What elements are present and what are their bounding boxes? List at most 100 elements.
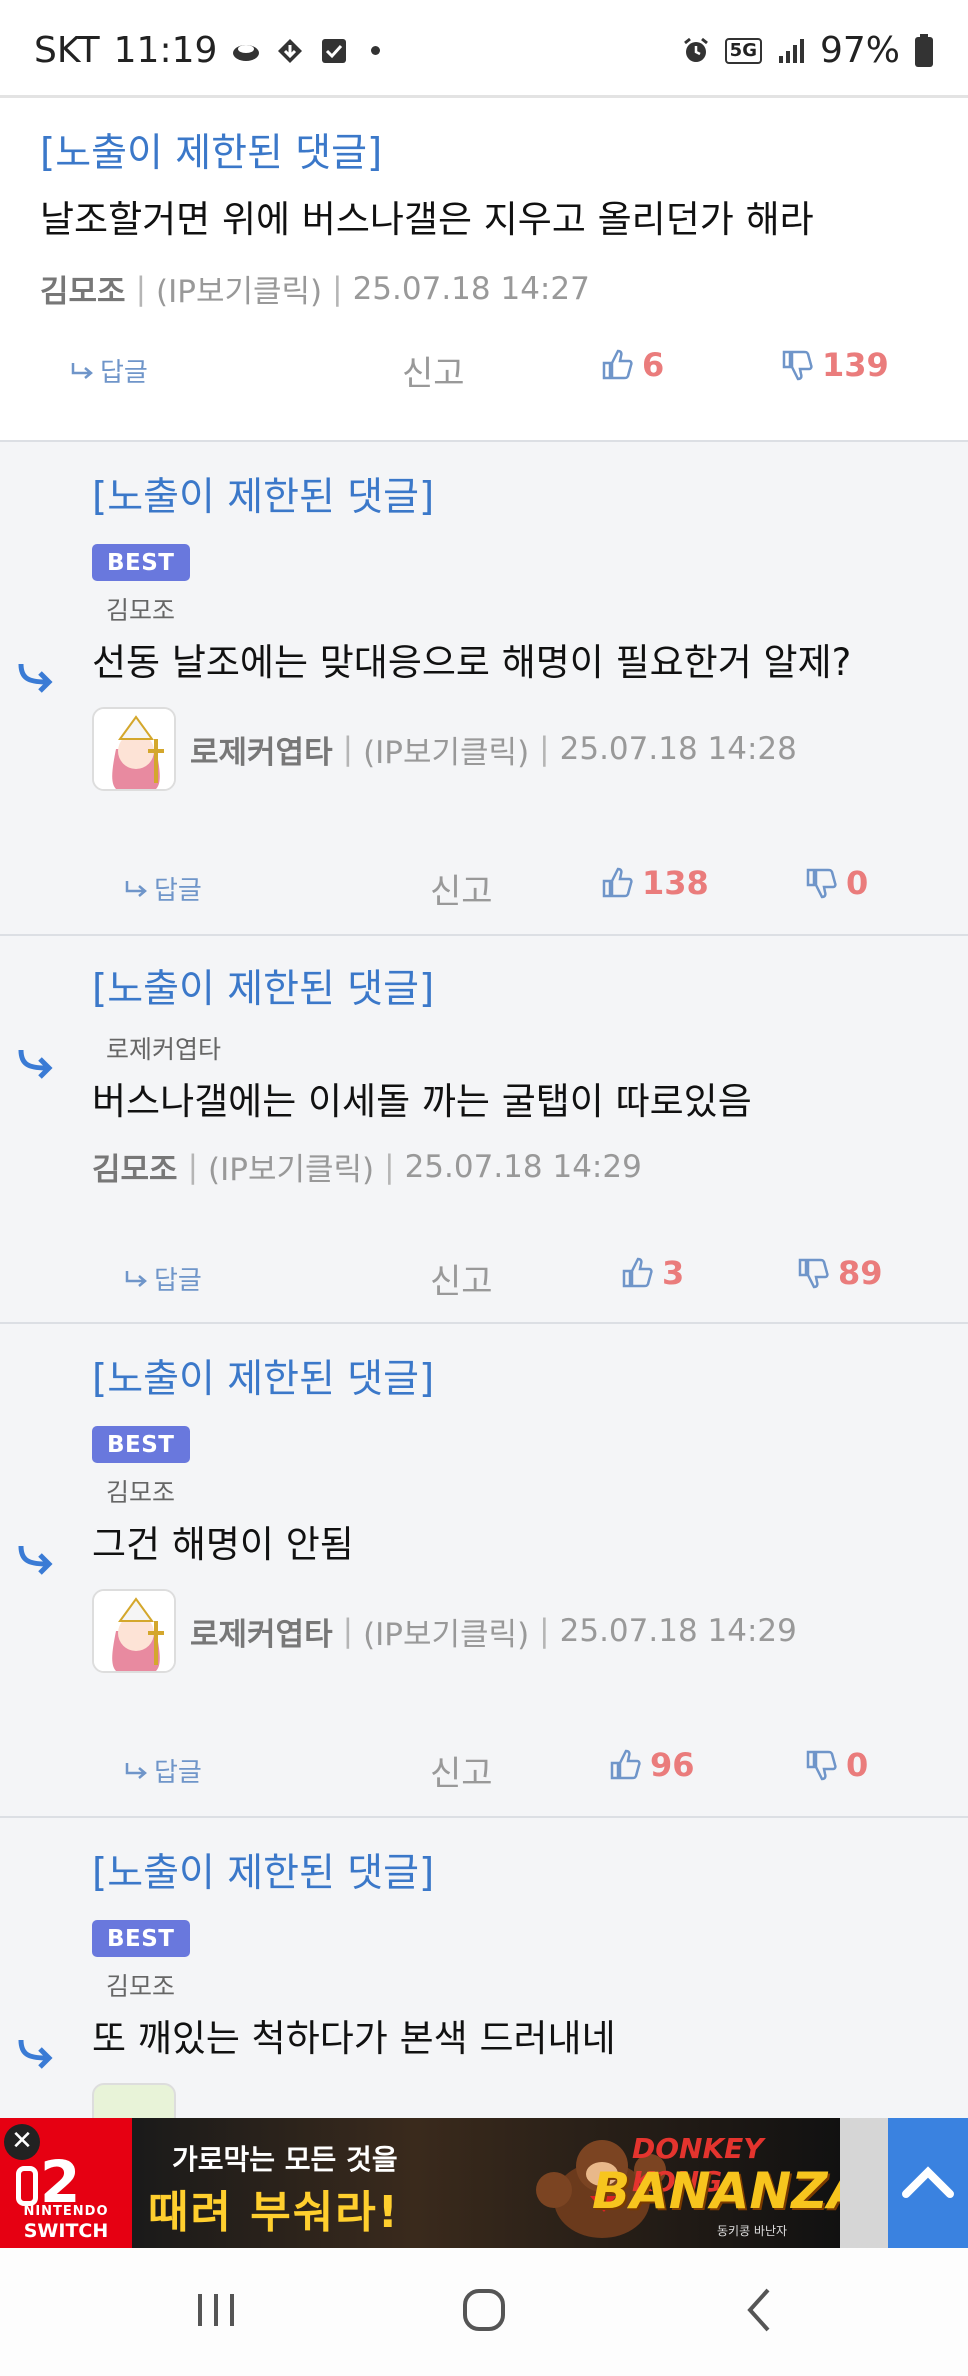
restricted-label[interactable]: [노출이 제한된 댓글] (92, 1356, 928, 1404)
ad-banner[interactable]: 2 NINTENDO SWITCH ✕ 가로막는 모든 것을 때려 부숴라! D… (0, 2118, 968, 2248)
check-icon (322, 38, 347, 63)
ad-tagline: 가로막는 모든 것을 (172, 2143, 398, 2176)
upvote-button[interactable]: 138 (600, 864, 709, 902)
thumbs-down-icon (806, 1750, 837, 1781)
mention-name[interactable]: 김모조 (106, 1473, 928, 1509)
restricted-label[interactable]: [노출이 제한된 댓글] (92, 966, 928, 1014)
restricted-label[interactable]: [노출이 제한된 댓글] (92, 474, 928, 522)
ad-logo-sub: 동키콩 바난자 (717, 2224, 788, 2238)
battery-icon (915, 33, 933, 67)
status-bar: SKT 11:19 5G 97% (0, 0, 968, 98)
upvote-count: 96 (650, 1746, 695, 1784)
comment-text: 날조할거면 위에 버스나갤은 지우고 올리던가 해라 (40, 198, 814, 241)
character-avatar-icon (94, 1591, 174, 1671)
reply-arrow-icon (125, 880, 147, 897)
recent-apps-icon[interactable] (192, 2286, 240, 2334)
ip-link[interactable]: (IP보기클릭) (156, 266, 322, 311)
author-name[interactable]: 김모조 (92, 1144, 178, 1189)
downvote-button[interactable]: 139 (780, 346, 889, 384)
comment-actions: 답글 신고 138 0 (0, 864, 968, 912)
avatar[interactable] (92, 1589, 176, 1673)
comment-actions: 답글 신고 3 89 (0, 1254, 968, 1302)
reply-button[interactable]: 답글 (70, 352, 148, 389)
report-button[interactable]: 신고 (430, 1254, 493, 1303)
comment-list: [노출이 제한된 댓글] 날조할거면 위에 버스나갤은 지우고 올리던가 해라 … (0, 100, 968, 2167)
comment-text: 그건 해명이 안됨 (92, 1523, 354, 1566)
comment-item: [노출이 제한된 댓글] 로제커엽타 버스나갤에는 이세돌 까는 굴탭이 따로있… (0, 936, 968, 1324)
comment-date: 25.07.18 14:28 (559, 731, 797, 767)
reply-indent-icon (18, 1545, 53, 1575)
comment-date: 25.07.18 14:29 (559, 1613, 797, 1649)
report-button[interactable]: 신고 (430, 1746, 493, 1795)
upvote-button[interactable]: 6 (600, 346, 664, 384)
reply-button[interactable]: 답글 (124, 1752, 202, 1789)
ad-creative[interactable]: 가로막는 모든 것을 때려 부숴라! DONKEY KONG BANANZA 동… (132, 2118, 840, 2248)
best-badge: BEST (92, 1426, 190, 1463)
report-button[interactable]: 신고 (402, 346, 465, 395)
comment-text: 버스나갤에는 이세돌 까는 굴탭이 따로있음 (92, 1080, 752, 1123)
comment-item: [노출이 제한된 댓글] 날조할거면 위에 버스나갤은 지우고 올리던가 해라 … (0, 100, 968, 442)
alarm-icon (683, 37, 708, 62)
thumbs-up-icon (622, 1257, 653, 1288)
comment-item: [노출이 제한된 댓글] BEST 김모조 또 깨있는 척하다가 본색 드러내네 (0, 1818, 968, 2167)
downvote-count: 0 (846, 1746, 869, 1784)
thumbs-up-icon (602, 867, 633, 898)
reply-label: 답글 (154, 876, 202, 906)
ad-logo-main: BANANZA (592, 2162, 840, 2220)
comment-item: [노출이 제한된 댓글] BEST 김모조 그건 해명이 안됨 로제커엽타 | … (0, 1324, 968, 1818)
thumbs-down-icon (798, 1258, 829, 1289)
upvote-button[interactable]: 96 (608, 1746, 695, 1784)
upvote-count: 3 (662, 1254, 685, 1292)
ip-link[interactable]: (IP보기클릭) (363, 727, 529, 772)
reply-indent-icon (18, 2039, 53, 2069)
download-icon (278, 38, 303, 63)
system-nav-bar (0, 2248, 968, 2376)
ad-divider (840, 2118, 888, 2248)
reply-label: 답글 (100, 358, 148, 388)
reply-indent-icon (18, 663, 53, 693)
author-name[interactable]: 로제커엽타 (190, 727, 333, 772)
ad-close-button[interactable]: ✕ (4, 2124, 40, 2160)
reply-arrow-icon (125, 1270, 147, 1287)
author-name[interactable]: 김모조 (40, 266, 126, 311)
restricted-label[interactable]: [노출이 제한된 댓글] (92, 1850, 928, 1898)
upvote-button[interactable]: 3 (620, 1254, 684, 1292)
reply-label: 답글 (154, 1266, 202, 1296)
reply-indent-icon (18, 1049, 53, 1079)
ip-link[interactable]: (IP보기클릭) (363, 1609, 529, 1654)
ad-headline: 때려 부숴라! (148, 2187, 400, 2238)
reply-arrow-icon (125, 1762, 147, 1779)
reply-button[interactable]: 답글 (124, 870, 202, 907)
avatar[interactable] (92, 707, 176, 791)
thumbs-down-icon (806, 868, 837, 899)
comment-text: 선동 날조에는 맞대응으로 해명이 필요한거 알제? (92, 641, 852, 684)
ip-link[interactable]: (IP보기클릭) (208, 1144, 374, 1189)
mention-name[interactable]: 김모조 (106, 1967, 928, 2003)
comment-date: 25.07.18 14:27 (352, 270, 590, 307)
downvote-count: 89 (838, 1254, 883, 1292)
downvote-button[interactable]: 0 (804, 1746, 868, 1784)
comment-item: [노출이 제한된 댓글] BEST 김모조 선동 날조에는 맞대응으로 해명이 … (0, 442, 968, 936)
downvote-count: 139 (822, 346, 889, 384)
scroll-top-button[interactable] (888, 2118, 968, 2248)
author-name[interactable]: 로제커엽타 (190, 1609, 333, 1654)
comment-meta: 김모조 | (IP보기클릭) | 25.07.18 14:29 (92, 1144, 928, 1189)
comment-date: 25.07.18 14:29 (404, 1148, 642, 1185)
mention-name[interactable]: 로제커엽타 (106, 1030, 928, 1066)
mention-name[interactable]: 김모조 (106, 591, 928, 627)
comment-actions: 답글 신고 6 139 (0, 346, 968, 394)
back-icon[interactable] (736, 2286, 784, 2334)
reply-button[interactable]: 답글 (124, 1260, 202, 1297)
upvote-count: 6 (642, 346, 665, 384)
network-label: 5G (724, 37, 762, 64)
best-badge: BEST (92, 544, 190, 581)
signal-icon (778, 38, 804, 63)
reply-label: 답글 (154, 1758, 202, 1788)
downvote-button[interactable]: 89 (796, 1254, 883, 1292)
downvote-count: 0 (846, 864, 869, 902)
home-icon[interactable] (460, 2286, 508, 2334)
upvote-count: 138 (642, 864, 709, 902)
restricted-label[interactable]: [노출이 제한된 댓글] (40, 130, 928, 178)
downvote-button[interactable]: 0 (804, 864, 868, 902)
report-button[interactable]: 신고 (430, 864, 493, 913)
